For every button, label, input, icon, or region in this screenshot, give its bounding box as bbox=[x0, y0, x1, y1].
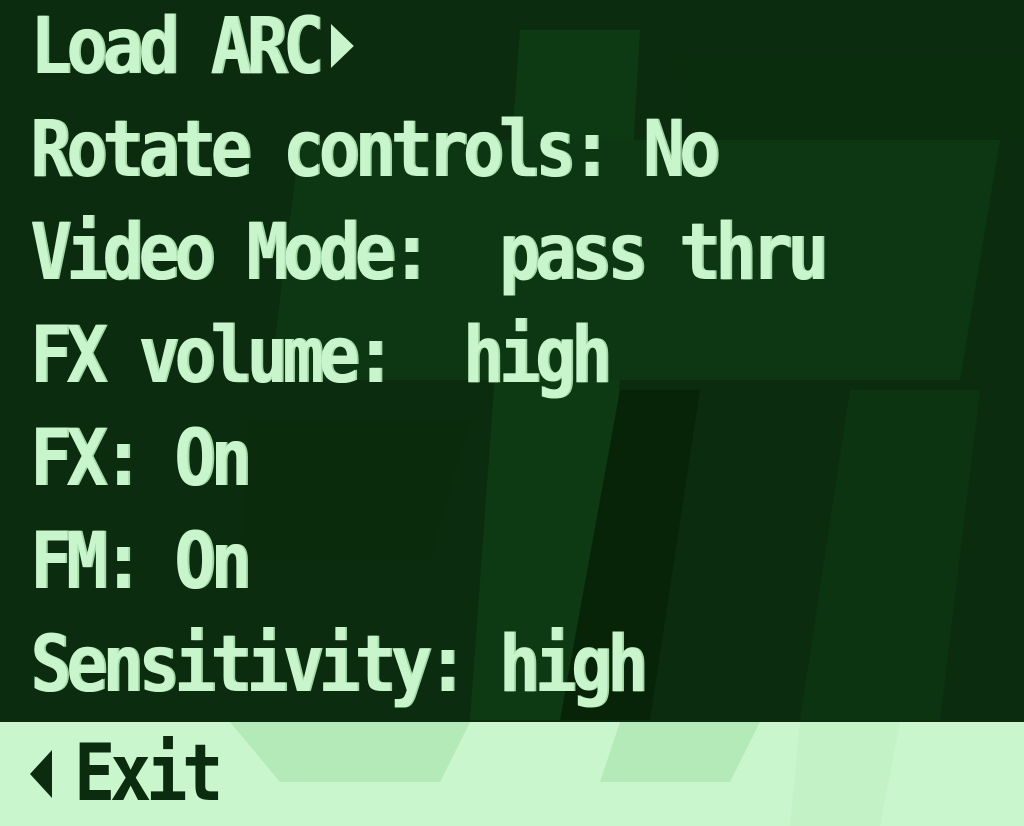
menu-item-load-arc[interactable]: Load ARC bbox=[30, 0, 892, 103]
menu-item-label: FM: On bbox=[30, 517, 252, 607]
menu-item-fx-volume[interactable]: FX volume: high bbox=[30, 309, 892, 412]
menu-item-rotate-controls[interactable]: Rotate controls: No bbox=[30, 103, 892, 206]
selected-item-highlight: Exit bbox=[0, 722, 1024, 826]
menu-item-exit[interactable]: Exit bbox=[30, 726, 238, 822]
menu-item-fx[interactable]: FX: On bbox=[30, 412, 892, 515]
osd-menu-screen: Load ARC Rotate controls: No Video Mode:… bbox=[0, 0, 1024, 826]
menu-item-fm[interactable]: FM: On bbox=[30, 515, 892, 618]
triangle-right-icon bbox=[330, 23, 354, 68]
menu-item-label: FX: On bbox=[30, 414, 252, 504]
settings-menu: Load ARC Rotate controls: No Video Mode:… bbox=[30, 0, 1010, 721]
menu-item-video-mode[interactable]: Video Mode: pass thru bbox=[30, 206, 892, 309]
menu-item-label: Rotate controls: No bbox=[30, 105, 720, 195]
menu-item-label: Video Mode: pass thru bbox=[30, 208, 828, 298]
menu-item-label: Load ARC bbox=[30, 2, 324, 92]
menu-item-sensitivity[interactable]: Sensitivity: high bbox=[30, 618, 892, 721]
menu-item-label: FX volume: high bbox=[30, 311, 612, 401]
menu-item-label: Sensitivity: high bbox=[30, 620, 648, 710]
triangle-left-icon bbox=[30, 750, 52, 798]
exit-label: Exit bbox=[74, 729, 223, 819]
